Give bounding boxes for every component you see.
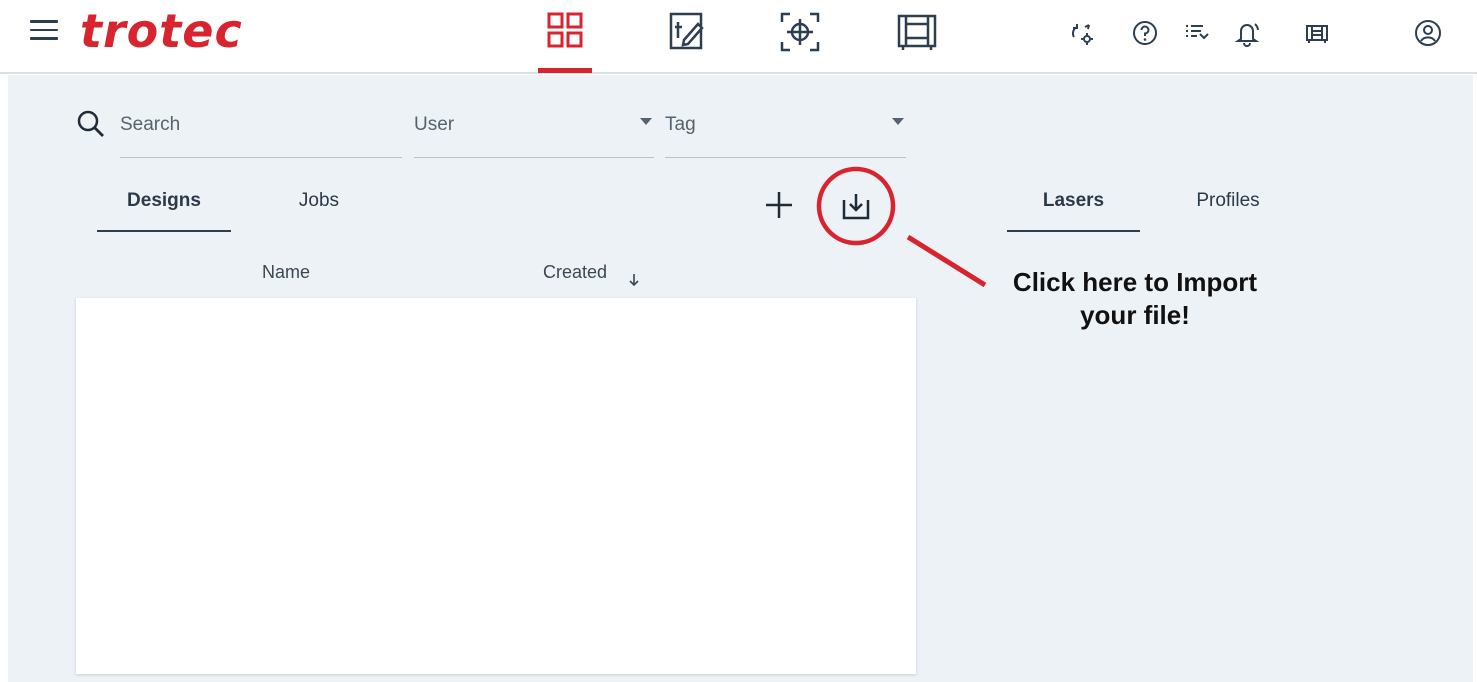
user-account-icon — [1415, 20, 1441, 46]
dashboard-grid-icon — [547, 12, 583, 48]
design-edit-icon — [669, 12, 704, 50]
help-icon — [1133, 21, 1157, 45]
tab-jobs[interactable]: Jobs — [264, 184, 374, 232]
user-filter-label: User — [414, 114, 455, 135]
notifications-button[interactable] — [1230, 16, 1264, 50]
sync-settings-button[interactable] — [1065, 16, 1099, 50]
menu-icon[interactable] — [30, 20, 58, 42]
nav-active-indicator — [538, 68, 592, 73]
plus-icon — [766, 192, 792, 218]
search-icon — [77, 110, 104, 137]
nav-dashboard[interactable] — [538, 10, 592, 66]
dropdown-arrow-icon — [640, 118, 652, 125]
nav-position[interactable] — [773, 10, 827, 66]
user-account-button[interactable] — [1411, 16, 1445, 50]
trotec-logo: trotec — [80, 4, 243, 58]
tab-lasers[interactable]: Lasers — [1007, 184, 1140, 232]
queue-list-icon — [1186, 25, 1209, 40]
import-file-button[interactable] — [838, 188, 874, 222]
help-button[interactable] — [1128, 16, 1162, 50]
position-target-icon — [780, 12, 820, 52]
tab-profiles[interactable]: Profiles — [1175, 184, 1281, 232]
search-input[interactable] — [120, 108, 402, 142]
tab-designs[interactable]: Designs — [97, 184, 231, 232]
column-header-created[interactable]: Created — [543, 262, 607, 283]
nav-design[interactable] — [660, 10, 714, 66]
laser-machine-button[interactable] — [1300, 16, 1334, 50]
top-bar: trotec — [0, 0, 1477, 74]
notification-bell-icon — [1234, 23, 1260, 47]
designs-list — [76, 298, 916, 674]
column-header-name[interactable]: Name — [262, 262, 310, 283]
tag-filter-select[interactable]: Tag — [665, 108, 906, 158]
laser-machine-icon — [1306, 25, 1328, 43]
callout-line-1: Click here to Import — [1012, 267, 1258, 297]
dropdown-arrow-icon — [892, 118, 904, 125]
add-design-button[interactable] — [762, 188, 796, 222]
callout-text: Click here to Import your file! — [990, 266, 1280, 332]
nav-material[interactable] — [890, 10, 944, 66]
tag-filter-label: Tag — [665, 114, 696, 135]
job-queue-button[interactable] — [1180, 16, 1214, 50]
material-frame-icon — [897, 14, 937, 50]
search-field — [120, 108, 402, 158]
sort-descending-icon[interactable] — [627, 272, 641, 288]
import-file-icon — [842, 194, 870, 220]
user-filter-select[interactable]: User — [414, 108, 654, 158]
sync-settings-icon — [1071, 24, 1093, 45]
callout-line-2: your file! — [1080, 300, 1190, 330]
